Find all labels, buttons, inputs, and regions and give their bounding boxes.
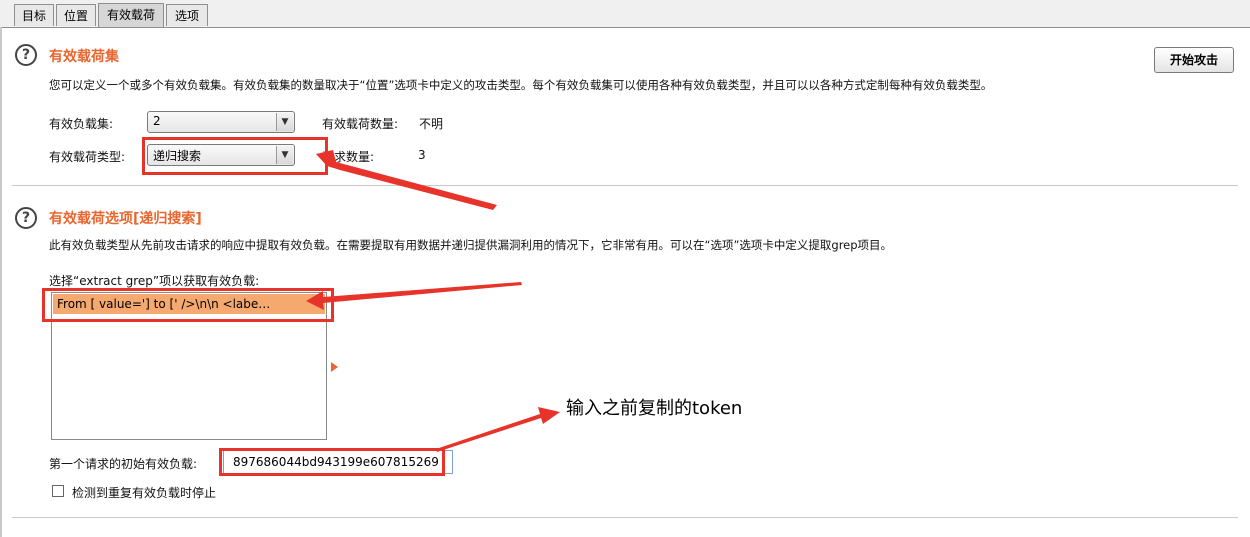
- payload-type-label: 有效载荷类型:: [49, 150, 126, 164]
- section-divider: [12, 517, 1238, 518]
- stop-on-duplicate-label: 检测到重复有效负载时停止: [72, 486, 217, 500]
- payload-set-select[interactable]: 2 ▼: [147, 111, 295, 133]
- highlight-box-payload-type: [142, 137, 328, 175]
- arrow-to-grep-item: [306, 282, 522, 310]
- initial-payload-label: 第一个请求的初始有效负载:: [49, 457, 198, 471]
- start-attack-button[interactable]: 开始攻击: [1154, 47, 1234, 73]
- payload-options-description: 此有效负载类型从先前攻击请求的响应中提取有效负载。在需要提取有用数据并递归提供漏…: [49, 238, 893, 252]
- help-icon[interactable]: ?: [15, 44, 37, 66]
- request-count-label: 请求数量:: [322, 150, 375, 164]
- arrow-to-initial-payload: [436, 407, 560, 452]
- payload-set-value: 2: [153, 114, 161, 128]
- expand-arrow-icon[interactable]: [331, 362, 338, 372]
- highlight-box-grep-item: [42, 288, 334, 322]
- payload-count-label: 有效载荷数量:: [322, 117, 399, 131]
- payload-count-value: 不明: [419, 117, 444, 131]
- left-border: [0, 27, 2, 537]
- payload-sets-description: 您可以定义一个或多个有效负载集。有效负载集的数量取决于“位置”选项卡中定义的攻击…: [49, 78, 993, 92]
- tab-options[interactable]: 选项: [166, 4, 208, 26]
- chevron-down-icon: ▼: [276, 113, 293, 131]
- annotation-text: 输入之前复制的token: [566, 398, 743, 419]
- section-divider: [12, 185, 1238, 186]
- help-icon[interactable]: ?: [15, 207, 37, 229]
- tab-positions[interactable]: 位置: [56, 4, 96, 26]
- payload-set-label: 有效负载集:: [49, 117, 114, 131]
- stop-on-duplicate-checkbox[interactable]: [52, 485, 64, 497]
- tab-target[interactable]: 目标: [14, 4, 54, 26]
- request-count-value: 3: [418, 148, 426, 162]
- tab-bar: 目标 位置 有效载荷 选项: [0, 0, 1250, 28]
- grep-items-label: 选择“extract grep”项以获取有效负载:: [49, 274, 260, 288]
- tab-payloads[interactable]: 有效载荷: [98, 3, 164, 27]
- highlight-box-initial-payload: [219, 448, 445, 476]
- payload-sets-title: 有效载荷集: [49, 49, 119, 65]
- payload-options-title: 有效载荷选项[递归搜索]: [49, 211, 202, 227]
